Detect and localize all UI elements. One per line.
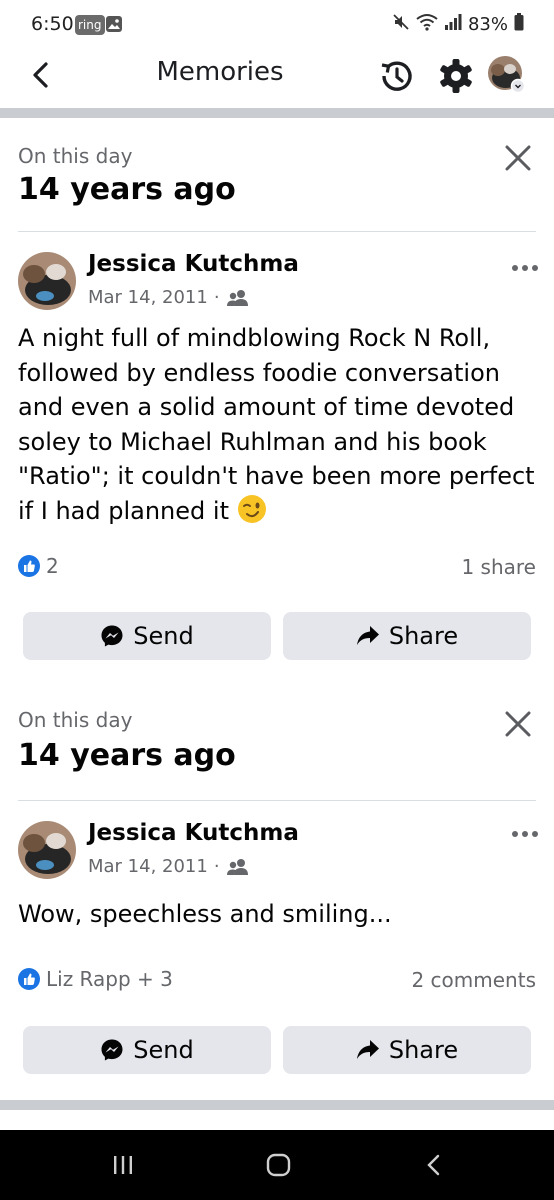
more-horizontal-icon bbox=[512, 265, 538, 271]
mute-icon bbox=[392, 13, 410, 36]
recent-apps-button[interactable] bbox=[103, 1148, 143, 1182]
post-meta: Mar 14, 2011 · bbox=[88, 287, 250, 308]
post-text: A night full of mindblowing Rock N Roll,… bbox=[18, 321, 538, 528]
home-icon bbox=[266, 1153, 291, 1177]
memory-card: On this day 14 years ago Jessica Kutchma… bbox=[0, 684, 554, 1094]
status-indicators: 83% bbox=[392, 13, 524, 36]
send-button[interactable]: Send bbox=[23, 612, 271, 660]
share-label: Share bbox=[388, 1036, 459, 1064]
comment-count[interactable]: 2 comments bbox=[411, 968, 536, 992]
chevron-left-icon bbox=[427, 1154, 440, 1176]
messenger-icon bbox=[101, 625, 123, 647]
share-label: Share bbox=[388, 622, 459, 650]
signal-icon bbox=[444, 14, 462, 35]
reaction-count: 2 bbox=[46, 554, 59, 578]
memory-years: 14 years ago bbox=[18, 172, 236, 207]
post-meta: Mar 14, 2011 · bbox=[88, 856, 250, 877]
share-button[interactable]: Share bbox=[283, 1026, 531, 1074]
system-navigation-bar bbox=[0, 1130, 554, 1200]
share-arrow-icon bbox=[356, 626, 379, 645]
post-body: A night full of mindblowing Rock N Roll,… bbox=[18, 324, 535, 525]
profile-avatar-button[interactable] bbox=[488, 56, 526, 94]
post-date[interactable]: Mar 14, 2011 bbox=[88, 287, 208, 308]
reactions-summary[interactable]: 2 bbox=[18, 554, 59, 578]
author-avatar[interactable] bbox=[18, 821, 76, 879]
meta-separator: · bbox=[213, 856, 220, 877]
section-divider bbox=[0, 1100, 554, 1110]
friends-icon bbox=[226, 858, 248, 875]
post-options-button[interactable] bbox=[510, 824, 540, 844]
app-header: Memories bbox=[0, 48, 554, 104]
close-icon bbox=[505, 711, 531, 737]
author-name[interactable]: Jessica Kutchma bbox=[88, 251, 299, 277]
divider bbox=[18, 231, 536, 232]
reactions-summary[interactable]: Liz Rapp + 3 bbox=[18, 967, 173, 991]
home-button[interactable] bbox=[259, 1148, 299, 1182]
post-text: Wow, speechless and smiling... bbox=[18, 900, 392, 928]
ring-app-icon: ring bbox=[75, 15, 105, 35]
friends-icon bbox=[226, 289, 248, 306]
share-arrow-icon bbox=[356, 1040, 379, 1059]
reaction-names: Liz Rapp + 3 bbox=[46, 967, 173, 991]
more-horizontal-icon bbox=[512, 831, 538, 837]
meta-separator: · bbox=[213, 287, 220, 308]
share-count[interactable]: 1 share bbox=[461, 555, 536, 579]
share-button[interactable]: Share bbox=[283, 612, 531, 660]
section-divider bbox=[0, 108, 554, 118]
winking-face-emoji bbox=[237, 494, 266, 523]
send-button[interactable]: Send bbox=[23, 1026, 271, 1074]
dismiss-memory-button[interactable] bbox=[500, 140, 536, 176]
system-back-button[interactable] bbox=[414, 1148, 454, 1182]
author-name[interactable]: Jessica Kutchma bbox=[88, 820, 299, 846]
send-label: Send bbox=[133, 622, 194, 650]
gear-icon bbox=[440, 59, 472, 93]
memory-label: On this day bbox=[18, 708, 133, 732]
wifi-icon bbox=[416, 13, 438, 36]
divider bbox=[18, 800, 536, 801]
history-clock-icon bbox=[381, 61, 412, 91]
page-title: Memories bbox=[156, 57, 284, 87]
memory-label: On this day bbox=[18, 144, 133, 168]
avatar bbox=[488, 56, 526, 94]
battery-text: 83% bbox=[467, 14, 508, 35]
battery-icon bbox=[514, 13, 524, 36]
recent-apps-icon bbox=[114, 1156, 132, 1174]
thumbs-up-icon bbox=[18, 555, 40, 577]
status-bar: 6:50 ring 83% bbox=[0, 0, 554, 48]
author-avatar[interactable] bbox=[18, 252, 76, 310]
status-time: 6:50 bbox=[31, 13, 74, 35]
gallery-icon bbox=[105, 15, 123, 37]
thumbs-up-icon bbox=[18, 968, 40, 990]
memories-history-button[interactable] bbox=[376, 55, 418, 97]
settings-button[interactable] bbox=[436, 56, 476, 96]
send-label: Send bbox=[133, 1036, 194, 1064]
dismiss-memory-button[interactable] bbox=[500, 706, 536, 742]
memory-years: 14 years ago bbox=[18, 738, 236, 773]
close-icon bbox=[505, 145, 531, 171]
messenger-icon bbox=[101, 1039, 123, 1061]
post-options-button[interactable] bbox=[510, 258, 540, 278]
memory-card: On this day 14 years ago Jessica Kutchma… bbox=[0, 118, 554, 683]
post-date[interactable]: Mar 14, 2011 bbox=[88, 856, 208, 877]
